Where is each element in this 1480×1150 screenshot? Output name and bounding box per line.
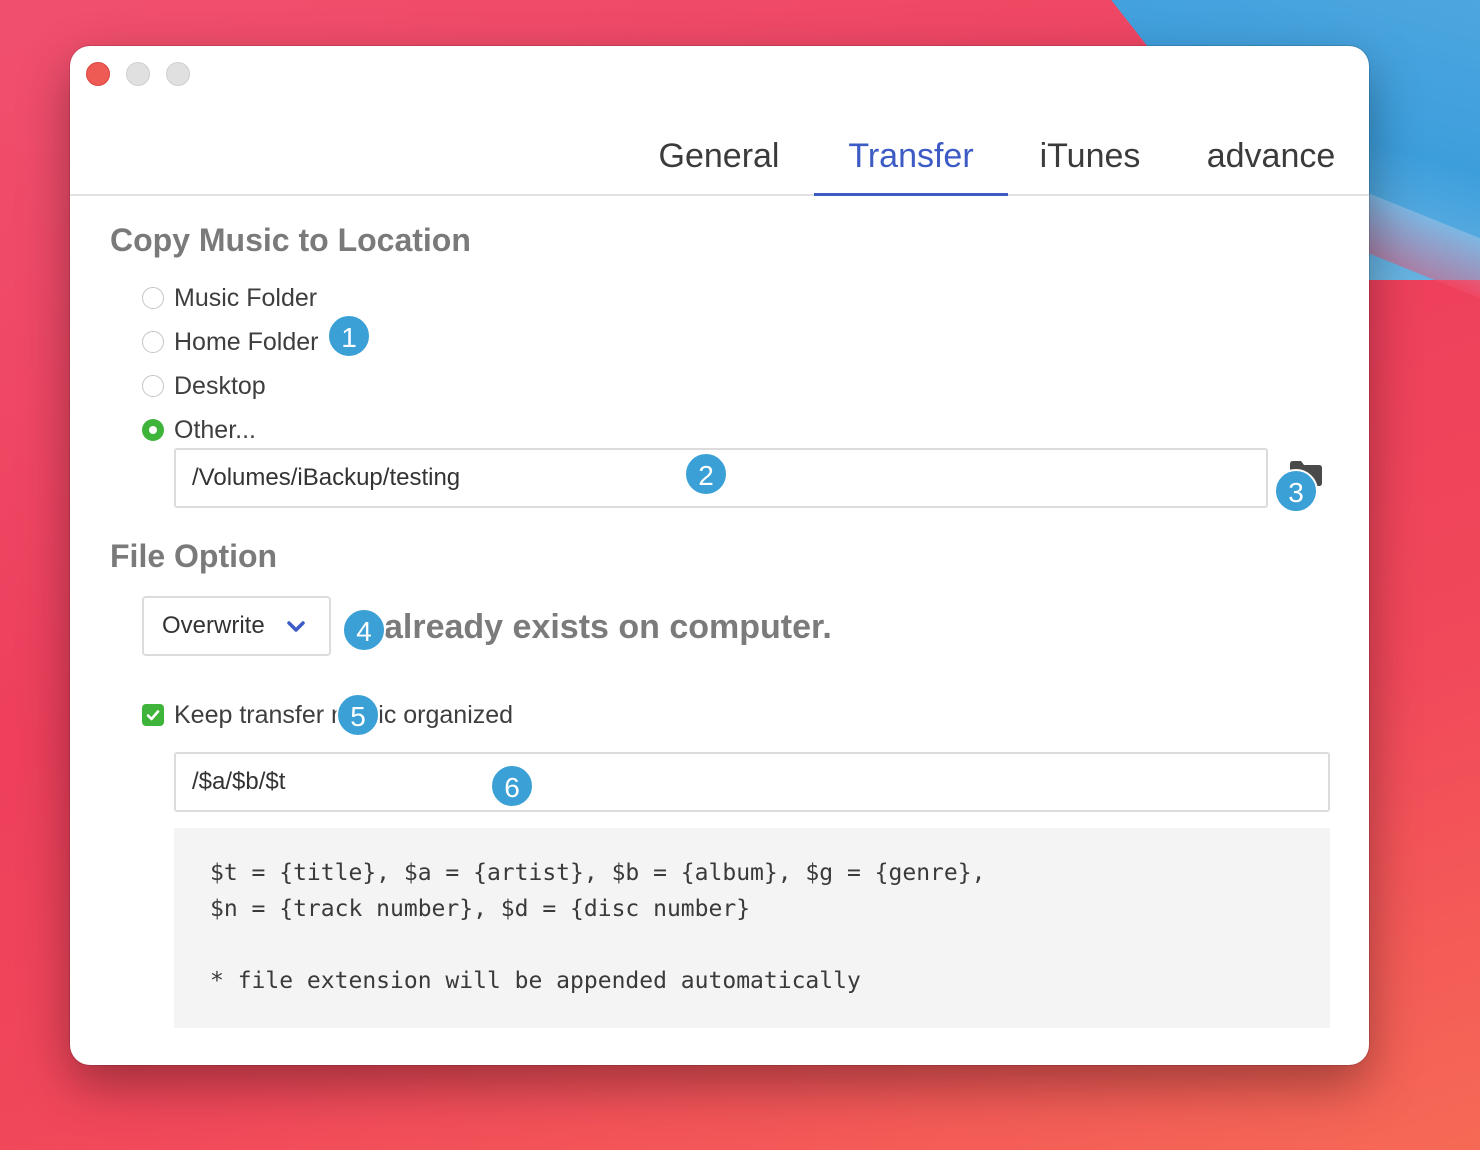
organize-pattern-input[interactable]: /$a/$b/$t (174, 752, 1330, 812)
tab-advance[interactable]: advance (1196, 128, 1346, 194)
file-option-heading: File Option (110, 538, 278, 574)
checkmark-icon (146, 710, 160, 721)
annotation-badge: 2 (684, 452, 728, 496)
destination-path-value: /Volumes/iBackup/testing (192, 464, 461, 491)
radio-label: Home Folder (174, 327, 319, 356)
radio-other[interactable]: Other... (142, 415, 256, 445)
window-controls (86, 62, 190, 86)
preferences-window: General Transfer iTunes advance Copy Mus… (70, 46, 1369, 1065)
radio-button[interactable] (142, 375, 164, 397)
radio-label: Music Folder (174, 283, 318, 312)
annotation-badge: 3 (1274, 469, 1318, 513)
organize-pattern-value: /$a/$b/$t (192, 768, 286, 795)
help-line: $t = {title}, $a = {artist}, $b = {album… (210, 860, 986, 886)
conflict-action-value: Overwrite (162, 612, 265, 639)
tab-bar: General Transfer iTunes advance (70, 128, 1369, 196)
zoom-button[interactable] (166, 62, 190, 86)
pattern-help-box: $t = {title}, $a = {artist}, $b = {album… (174, 828, 1330, 1028)
radio-button[interactable] (142, 331, 164, 353)
tab-itunes[interactable]: iTunes (1030, 128, 1150, 194)
tab-transfer[interactable]: Transfer (814, 128, 1008, 196)
annotation-badge: 5 (336, 693, 380, 737)
radio-desktop[interactable]: Desktop (142, 371, 266, 401)
radio-label: Other... (174, 415, 256, 444)
radio-button-selected[interactable] (142, 419, 164, 441)
help-line: * file extension will be appended automa… (210, 968, 861, 994)
radio-home-folder[interactable]: Home Folder (142, 327, 319, 357)
radio-music-folder[interactable]: Music Folder (142, 283, 317, 313)
tab-general[interactable]: General (646, 128, 792, 194)
organize-checkbox-row[interactable]: Keep transfer music organized (142, 700, 513, 730)
annotation-badge: 1 (327, 314, 371, 358)
minimize-button[interactable] (126, 62, 150, 86)
annotation-badge: 4 (342, 608, 386, 652)
help-line: $n = {track number}, $d = {disc number} (210, 896, 751, 922)
organize-checkbox[interactable] (142, 704, 164, 726)
annotation-badge: 6 (490, 764, 534, 808)
conflict-action-select[interactable]: Overwrite (142, 596, 331, 656)
radio-label: Desktop (174, 371, 266, 400)
radio-button[interactable] (142, 287, 164, 309)
close-button[interactable] (86, 62, 110, 86)
conflict-action-suffix: already exists on computer. (384, 608, 832, 646)
chevron-down-icon (287, 621, 305, 632)
copy-location-heading: Copy Music to Location (110, 222, 471, 258)
